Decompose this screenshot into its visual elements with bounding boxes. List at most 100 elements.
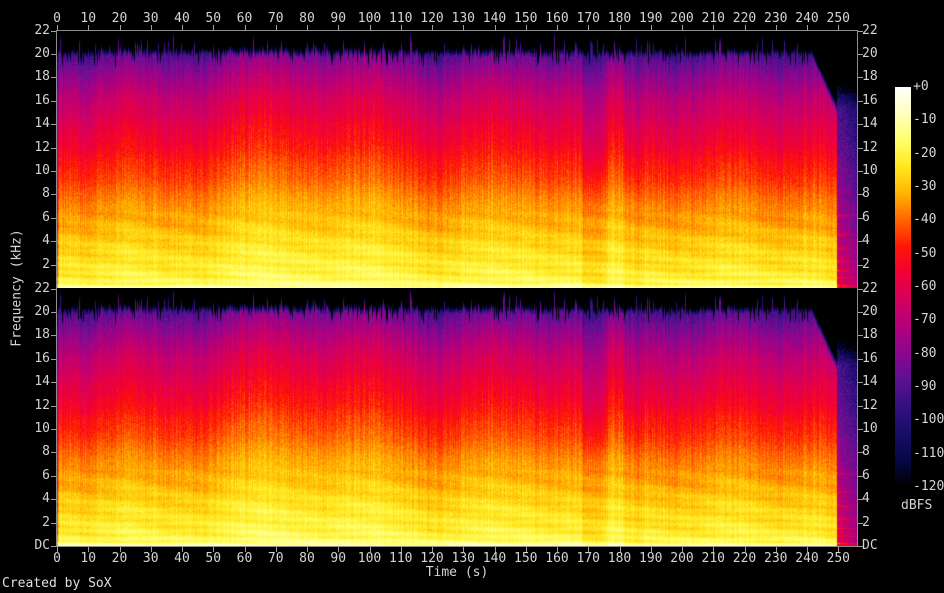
- y-tick-mark-right-dc: [858, 546, 863, 547]
- x-tick-label-top: 240: [795, 11, 819, 26]
- x-tick-label-bottom: 240: [795, 551, 819, 566]
- x-tick-label-bottom: 90: [330, 551, 347, 566]
- x-tick-mark-bottom: [807, 547, 808, 552]
- colorbar-tick-label: +0: [913, 79, 929, 94]
- x-tick-label-top: 160: [545, 11, 569, 26]
- y-tick-mark-right: [858, 406, 863, 407]
- y-tick-label-right: 6: [862, 210, 870, 225]
- x-tick-mark-bottom: [525, 547, 527, 552]
- y-tick-label-right: 4: [862, 491, 870, 506]
- y-tick-mark-right: [858, 241, 863, 242]
- y-tick-mark-right: [858, 218, 863, 219]
- colorbar-tick-label: -80: [913, 345, 937, 361]
- y-tick-label-right: 22: [862, 281, 878, 296]
- x-tick-label-bottom: 140: [482, 551, 507, 566]
- y-tick-mark-left: [51, 31, 56, 32]
- x-tick-mark-top: [182, 25, 183, 30]
- x-tick-mark-top: [244, 25, 246, 30]
- x-tick-label-bottom: 80: [299, 551, 315, 566]
- colorbar-tick-label: -100: [913, 412, 944, 428]
- y-tick-mark-right: [858, 289, 863, 290]
- x-tick-label-bottom: 250: [826, 551, 850, 566]
- x-tick-label-top: 210: [701, 11, 725, 26]
- y-tick-mark-left: [51, 429, 56, 430]
- y-tick-label-right: 4: [862, 233, 870, 248]
- x-tick-mark-top: [650, 25, 652, 30]
- y-tick-label-left: 18: [34, 69, 50, 84]
- x-tick-label-top: 180: [607, 11, 632, 26]
- x-tick-label-bottom: 100: [357, 551, 382, 566]
- x-tick-mark-bottom: [400, 547, 402, 552]
- y-tick-mark-left: [51, 289, 56, 290]
- y-tick-label-left: 6: [42, 210, 50, 225]
- x-tick-mark-bottom: [775, 547, 777, 552]
- x-tick-mark-top: [838, 25, 840, 30]
- colorbar-tick-label: -120: [913, 479, 944, 494]
- colorbar-tick-label: -60: [913, 279, 937, 294]
- x-tick-label-top: 140: [482, 11, 507, 26]
- x-tick-mark-top: [525, 25, 527, 30]
- x-tick-label-top: 130: [451, 11, 475, 26]
- x-tick-mark-bottom: [463, 547, 465, 552]
- x-tick-label-bottom: 230: [764, 551, 788, 566]
- x-tick-label-bottom: 150: [514, 551, 538, 566]
- y-tick-mark-left: [51, 382, 56, 383]
- x-tick-mark-bottom: [557, 547, 558, 552]
- x-tick-mark-top: [307, 25, 308, 30]
- x-tick-label-bottom: 10: [80, 551, 97, 566]
- y-tick-label-left: 2: [42, 515, 50, 530]
- x-tick-mark-bottom: [744, 547, 746, 552]
- y-tick-label-right-dc: DC: [862, 538, 878, 553]
- y-tick-label-right: 12: [862, 140, 878, 155]
- x-tick-label-bottom: 130: [451, 551, 475, 566]
- x-tick-mark-bottom: [119, 547, 121, 552]
- x-tick-label-top: 190: [639, 11, 663, 26]
- x-tick-label-bottom: 200: [670, 551, 694, 566]
- x-tick-mark-top: [57, 25, 58, 30]
- y-tick-label-right: 20: [862, 46, 878, 61]
- x-tick-mark-bottom: [213, 547, 215, 552]
- y-tick-mark-right: [858, 452, 863, 453]
- x-tick-label-bottom: 160: [545, 551, 569, 566]
- y-tick-label-right: 20: [862, 304, 878, 319]
- x-tick-mark-top: [275, 25, 277, 30]
- axes-layer: 0 0 10 10 20 20 30 30 40 40 50 50 60 60 70 70 80 80 90 90 10…: [0, 0, 944, 593]
- x-tick-mark-bottom: [57, 547, 58, 552]
- y-tick-mark-left: [51, 476, 56, 477]
- x-tick-label-top: 0: [53, 11, 61, 26]
- y-tick-mark-left: [51, 312, 56, 313]
- x-tick-mark-bottom: [432, 547, 433, 552]
- x-tick-label-bottom: 0: [53, 551, 61, 566]
- y-tick-mark-right: [858, 31, 863, 32]
- x-tick-mark-bottom: [369, 547, 371, 552]
- x-tick-label-top: 90: [330, 11, 347, 26]
- y-tick-label-left: 10: [34, 421, 50, 436]
- y-tick-mark-left: [51, 54, 56, 55]
- y-tick-mark-left: [51, 171, 56, 172]
- x-tick-mark-top: [400, 25, 402, 30]
- colorbar-unit-label: dBFS: [901, 498, 933, 513]
- x-tick-label-bottom: 110: [389, 551, 413, 566]
- x-tick-label-bottom: 40: [174, 551, 190, 566]
- x-tick-mark-top: [775, 25, 777, 30]
- y-tick-mark-right: [858, 77, 863, 78]
- y-tick-label-right: 14: [862, 374, 878, 389]
- y-tick-label-right: 18: [862, 69, 878, 84]
- x-tick-mark-bottom: [494, 547, 496, 552]
- x-tick-mark-top: [557, 25, 558, 30]
- y-tick-mark-right: [858, 124, 863, 125]
- x-tick-mark-top: [369, 25, 371, 30]
- x-tick-mark-bottom: [275, 547, 277, 552]
- sox-credit: Created by SoX: [2, 576, 112, 591]
- x-tick-label-top: 110: [389, 11, 413, 26]
- sox-spectrogram-window: 0 0 10 10 20 20 30 30 40 40 50 50 60 60 70 70 80 80 90 90 10…: [0, 0, 944, 593]
- y-tick-mark-right: [858, 429, 863, 430]
- y-tick-mark-left: [51, 101, 56, 102]
- y-tick-label-right: 10: [862, 421, 878, 436]
- y-tick-mark-right: [858, 476, 863, 477]
- y-tick-label-right: 18: [862, 327, 878, 342]
- x-tick-mark-top: [150, 25, 152, 30]
- y-tick-label-right: 10: [862, 163, 878, 178]
- x-tick-label-top: 70: [267, 11, 284, 26]
- y-tick-mark-left-dc: [51, 546, 56, 547]
